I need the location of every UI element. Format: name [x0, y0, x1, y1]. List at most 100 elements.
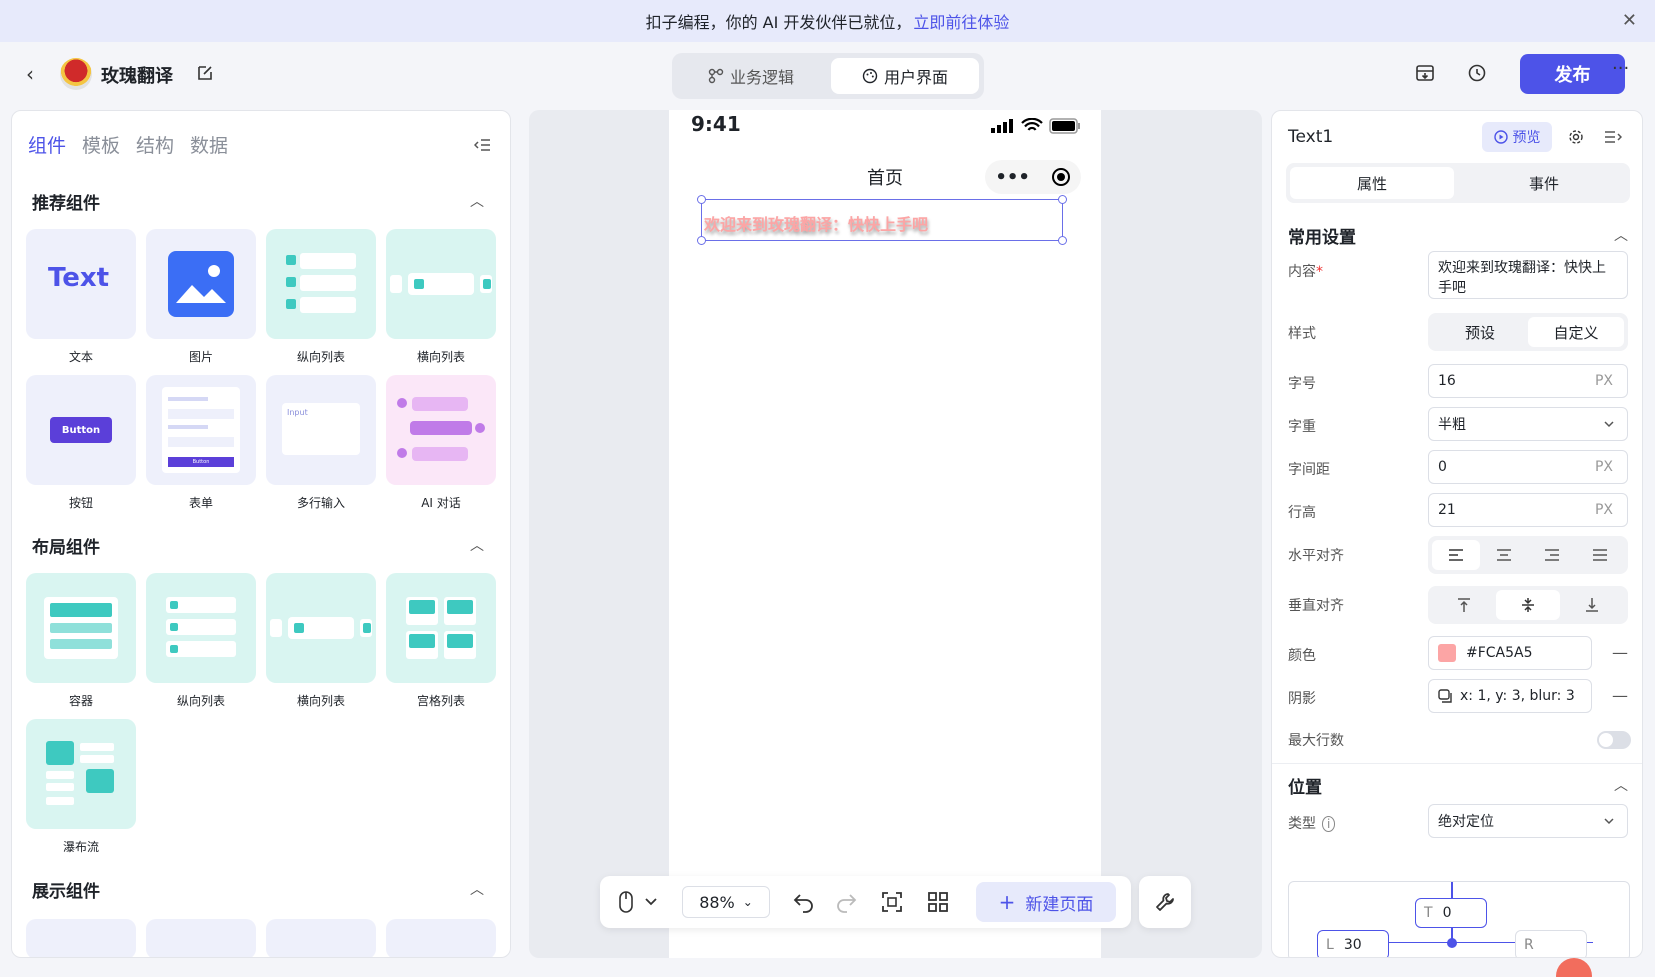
component-textarea[interactable]: Input [266, 375, 376, 485]
preview-button[interactable]: 预览 [1482, 122, 1552, 152]
component-container[interactable] [26, 573, 136, 683]
waterfall-icon [46, 741, 114, 805]
tab-data[interactable]: 数据 [190, 131, 228, 158]
content-field[interactable]: 欢迎来到玫瑰翻译：快快上手吧 [1428, 251, 1628, 299]
tab-events[interactable]: 事件 [1462, 167, 1626, 199]
tools-button[interactable] [1139, 876, 1191, 928]
position-type-select[interactable]: 绝对定位 [1428, 804, 1628, 838]
component-label: AI 对话 [421, 496, 461, 510]
container-icon [44, 597, 118, 659]
form-preview: Button [162, 387, 240, 473]
letter-spacing-input[interactable]: 0 PX [1428, 450, 1628, 484]
zoom-select[interactable]: 88% ⌄ [682, 886, 770, 918]
canvas-toolbar: 88% ⌄ + 新建页面 [600, 876, 1131, 928]
section-title: 布局组件 [32, 538, 100, 558]
close-icon[interactable]: ✕ [1622, 10, 1637, 31]
color-input[interactable]: #FCA5A5 [1428, 636, 1592, 670]
component-horizontal-list-layout[interactable] [266, 573, 376, 683]
color-swatch[interactable] [1438, 644, 1456, 662]
align-top-icon[interactable] [1432, 590, 1496, 620]
component-tile[interactable] [266, 919, 376, 957]
component-tile[interactable] [26, 919, 136, 957]
component-label: 横向列表 [296, 694, 345, 708]
component-text[interactable]: Text [26, 229, 136, 339]
h-align-label: 水平对齐 [1288, 548, 1344, 564]
tab-properties[interactable]: 属性 [1290, 167, 1454, 199]
chevron-up-icon[interactable]: ︿ [470, 535, 484, 555]
component-vertical-list[interactable] [266, 229, 376, 339]
back-icon[interactable]: ‹ [26, 62, 34, 86]
align-right-icon[interactable] [1528, 540, 1576, 570]
component-form[interactable]: Button [146, 375, 256, 485]
align-justify-icon[interactable] [1576, 540, 1624, 570]
left-offset-input[interactable]: L 30 [1317, 930, 1389, 957]
chevron-up-icon[interactable]: ︿ [470, 879, 484, 899]
tab-business-logic[interactable]: 业务逻辑 [677, 58, 825, 94]
new-page-button[interactable]: + 新建页面 [976, 882, 1116, 922]
top-offset-input[interactable]: T0 [1415, 898, 1487, 928]
more-dots-icon[interactable]: ••• [995, 167, 1030, 188]
section-title: 展示组件 [32, 882, 100, 902]
banner-link[interactable]: 立即前往体验 [913, 9, 1009, 33]
max-lines-toggle[interactable] [1597, 731, 1631, 749]
undo-icon[interactable] [792, 890, 816, 914]
align-left-icon[interactable] [1432, 540, 1480, 570]
collapse-right-icon[interactable] [1604, 129, 1622, 145]
chevron-up-icon[interactable]: ︿ [470, 191, 484, 211]
save-icon[interactable] [1414, 62, 1436, 84]
resize-handle[interactable] [697, 236, 706, 245]
component-tile[interactable] [386, 919, 496, 957]
align-bottom-icon[interactable] [1560, 590, 1624, 620]
resize-handle[interactable] [1058, 195, 1067, 204]
component-horizontal-list[interactable] [386, 229, 496, 339]
redo-icon[interactable] [834, 890, 858, 914]
align-middle-icon[interactable] [1496, 590, 1560, 620]
tab-templates[interactable]: 模板 [82, 131, 120, 158]
line-height-input[interactable]: 21 PX [1428, 493, 1628, 527]
style-option-preset[interactable]: 预设 [1432, 317, 1528, 347]
fit-screen-icon[interactable] [880, 890, 904, 914]
resize-handle[interactable] [1058, 236, 1067, 245]
component-grid-list[interactable] [386, 573, 496, 683]
shadow-input[interactable]: x: 1, y: 3, blur: 3 [1428, 679, 1592, 713]
chevron-up-icon[interactable]: ︿ [1614, 775, 1628, 795]
component-ai-chat[interactable] [386, 375, 496, 485]
component-button[interactable]: Button [26, 375, 136, 485]
assistant-avatar[interactable] [1556, 958, 1592, 977]
tab-components[interactable]: 组件 [28, 131, 66, 158]
vertical-list-icon [166, 597, 236, 657]
component-label: 瀑布流 [62, 840, 99, 854]
right-offset-input[interactable]: R [1515, 930, 1587, 957]
vertical-list-icon [286, 253, 356, 313]
selected-text-component[interactable]: 欢迎来到玫瑰翻译：快快上手吧 [697, 195, 1067, 245]
view-switcher: 业务逻辑 用户界面 [672, 53, 984, 99]
target-icon[interactable] [1051, 167, 1071, 187]
font-size-input[interactable]: 16 PX [1428, 364, 1628, 398]
tab-user-interface[interactable]: 用户界面 [831, 58, 979, 94]
remove-color-icon[interactable]: — [1612, 643, 1628, 662]
align-center-icon[interactable] [1480, 540, 1528, 570]
shadow-value: x: 1, y: 3, blur: 3 [1460, 688, 1575, 704]
component-label: 多行输入 [296, 496, 345, 510]
style-option-custom[interactable]: 自定义 [1528, 317, 1624, 347]
collapse-panel-icon[interactable] [474, 137, 492, 153]
remove-shadow-icon[interactable]: — [1612, 686, 1628, 705]
component-label: 文本 [68, 350, 93, 364]
tab-structure[interactable]: 结构 [136, 131, 174, 158]
layout-grid-icon[interactable] [926, 890, 950, 914]
publish-button[interactable]: 发布 [1520, 54, 1625, 94]
component-image[interactable] [146, 229, 256, 339]
edit-icon[interactable] [196, 64, 214, 82]
settings-icon[interactable] [1568, 129, 1584, 145]
font-weight-select[interactable]: 半粗 [1428, 407, 1628, 441]
chevron-down-icon [1604, 421, 1614, 428]
mouse-mode-icon[interactable] [618, 890, 662, 914]
chevron-up-icon[interactable]: ︿ [1614, 225, 1628, 245]
section-title: 常用设置 [1288, 228, 1356, 248]
history-icon[interactable] [1466, 62, 1488, 84]
resize-handle[interactable] [697, 195, 706, 204]
component-vertical-list-layout[interactable] [146, 573, 256, 683]
component-tile[interactable] [146, 919, 256, 957]
more-icon[interactable]: ··· [1612, 58, 1629, 79]
component-waterfall[interactable] [26, 719, 136, 829]
